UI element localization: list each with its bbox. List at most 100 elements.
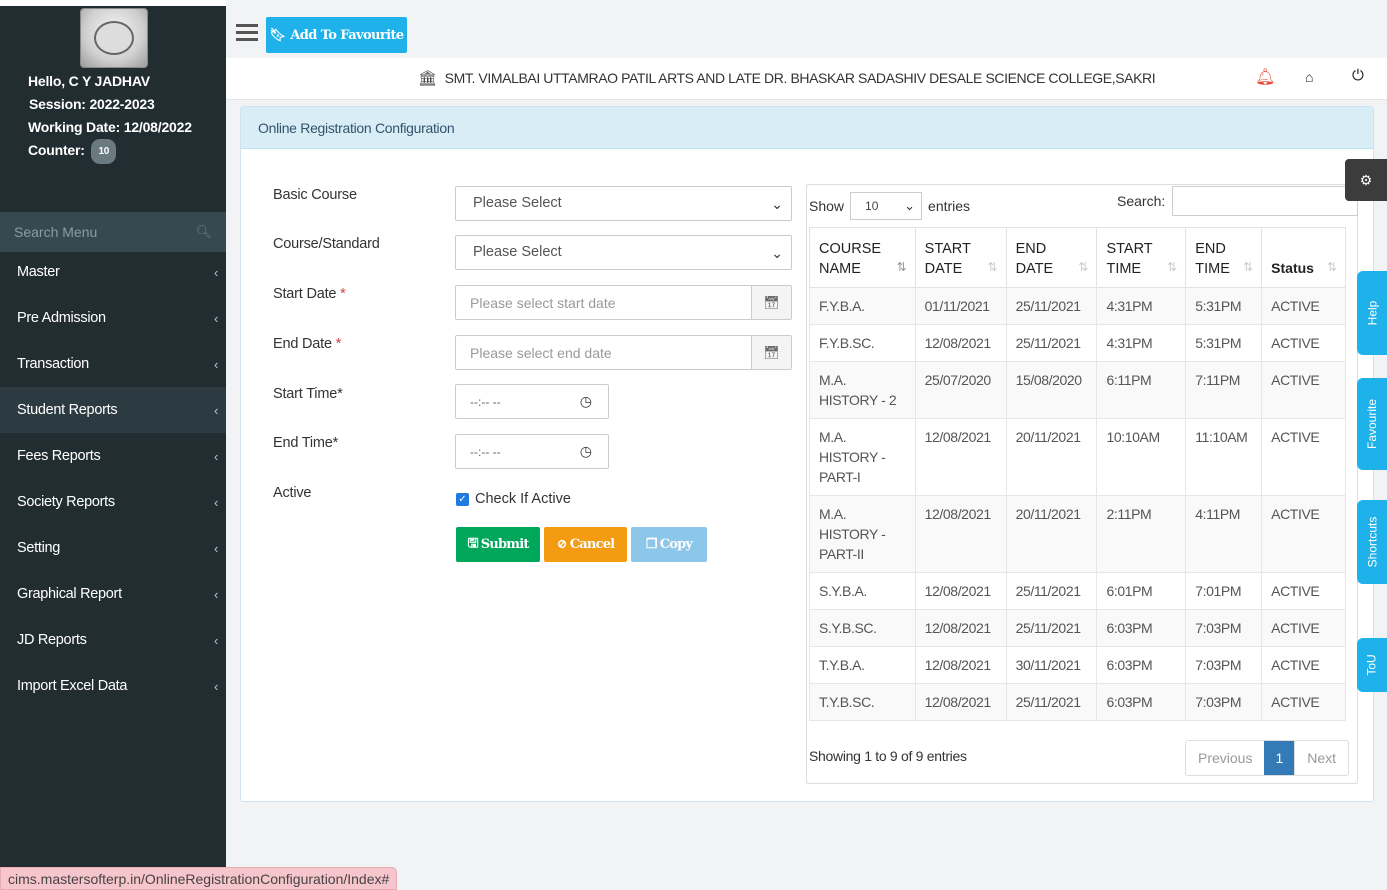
table-row[interactable]: F.Y.B.A. 01/11/2021 25/11/2021 4:31PM 5:31PM… <box>809 287 1346 325</box>
sidebar-item-setting[interactable]: Setting ‹ <box>0 525 226 571</box>
sidebar: Hello, C Y JADHAV Session: 2022-2023 Wor… <box>0 0 226 890</box>
add-to-favourite-button[interactable]: 🔖︎ Add To Favourite <box>266 17 407 53</box>
notification-bell-icon[interactable]: 🔔︎ <box>1255 67 1275 87</box>
cell-end-time: 7:11PM <box>1185 361 1263 419</box>
search-menu-input[interactable]: Search Menu 🔍︎ <box>0 212 226 252</box>
college-name: SMT. VIMALBAI UTTAMRAO PATIL ARTS AND LA… <box>444 70 1156 86</box>
cell-start-date: 12/08/2021 <box>914 324 1007 362</box>
power-icon[interactable]: ⏻ <box>1352 67 1364 84</box>
copy-icon: ❐ <box>645 537 658 552</box>
college-logo <box>80 8 148 68</box>
panel-title: Online Registration Configuration <box>241 107 1373 149</box>
sidebar-top-strip <box>0 0 226 6</box>
chevron-down-icon: ⌄ <box>904 198 916 213</box>
end-date-input[interactable]: Please select end date 📅︎ <box>455 335 792 370</box>
tab-favourite[interactable]: Favourite <box>1357 378 1387 470</box>
next-page-button[interactable]: Next <box>1294 741 1349 775</box>
active-checkbox-label: Check If Active <box>475 491 571 507</box>
cell-end-date: 25/11/2021 <box>1005 324 1098 362</box>
basic-course-select[interactable]: Please Select ⌄ <box>455 186 792 221</box>
cell-end-date: 20/11/2021 <box>1005 495 1098 573</box>
table-row[interactable]: T.Y.B.A. 12/08/2021 30/11/2021 6:03PM 7:03PM… <box>809 646 1346 684</box>
cell-course: M.A. HISTORY - 2 <box>809 361 916 419</box>
cancel-button[interactable]: ⊘ Cancel <box>544 527 627 562</box>
table-row[interactable]: M.A. HISTORY - 2 25/07/2020 15/08/2020 6:11… <box>809 361 1346 419</box>
table-row[interactable]: T.Y.B.SC. 12/08/2021 25/11/2021 6:03PM 7:03P… <box>809 683 1346 721</box>
column-header-start-time[interactable]: START TIME ⇅ <box>1096 227 1187 288</box>
cell-end-time: 7:03PM <box>1185 609 1263 647</box>
table-row[interactable]: M.A. HISTORY - PART-I 12/08/2021 20/11/202… <box>809 418 1346 496</box>
clock-icon: ◷ <box>579 443 592 459</box>
tab-shortcuts[interactable]: Shortcuts <box>1357 500 1387 584</box>
sidebar-item-import-excel-data[interactable]: Import Excel Data ‹ <box>0 663 226 709</box>
save-icon: 🖫︎ <box>467 535 478 551</box>
cell-start-time: 4:31PM <box>1096 324 1187 362</box>
entries-length-value: 10 <box>865 199 879 213</box>
sidebar-item-label: Student Reports <box>17 402 118 418</box>
course-standard-select[interactable]: Please Select ⌄ <box>455 235 792 270</box>
chevron-left-icon: ‹ <box>213 264 218 280</box>
sort-icon: ⇅ <box>987 260 998 274</box>
end-time-input[interactable]: --:-- -- ◷ <box>455 434 609 469</box>
sidebar-item-transaction[interactable]: Transaction ‹ <box>0 341 226 387</box>
table-row[interactable]: M.A. HISTORY - PART-II 12/08/2021 20/11/20… <box>809 495 1346 573</box>
menu-toggle-icon[interactable] <box>236 24 258 42</box>
cancel-label: Cancel <box>569 537 615 552</box>
cell-course: F.Y.B.SC. <box>809 324 916 362</box>
table-row[interactable]: S.Y.B.SC. 12/08/2021 25/11/2021 6:03PM 7:03P… <box>809 609 1346 647</box>
cell-end-time: 5:31PM <box>1185 287 1263 325</box>
chevron-left-icon: ‹ <box>213 448 218 464</box>
column-header-end-date[interactable]: END DATE ⇅ <box>1005 227 1098 288</box>
sidebar-item-label: Pre Admission <box>17 310 106 326</box>
calendar-icon[interactable]: 📅︎ <box>751 336 791 369</box>
tab-help[interactable]: Help <box>1357 271 1387 355</box>
cell-end-date: 25/11/2021 <box>1005 572 1098 610</box>
cell-start-time: 6:03PM <box>1096 646 1187 684</box>
sidebar-item-fees-reports[interactable]: Fees Reports ‹ <box>0 433 226 479</box>
start-time-input[interactable]: --:-- -- ◷ <box>455 384 609 419</box>
table-search-input[interactable] <box>1172 186 1358 216</box>
sidebar-item-jd-reports[interactable]: JD Reports ‹ <box>0 617 226 663</box>
column-header-start-date[interactable]: START DATE ⇅ <box>914 227 1007 288</box>
home-icon[interactable]: ⌂ <box>1305 69 1313 85</box>
entries-length-select[interactable]: 10 ⌄ <box>850 192 923 220</box>
settings-gear-icon[interactable]: ⚙ <box>1345 159 1387 201</box>
column-header-status[interactable]: Status ⇅ <box>1261 227 1346 288</box>
active-checkbox-row[interactable]: ✓ Check If Active <box>456 491 571 507</box>
user-greeting: Hello, C Y JADHAV <box>28 73 150 89</box>
sidebar-item-master[interactable]: Master ‹ <box>0 249 226 295</box>
table-search-label: Search: <box>1117 193 1166 209</box>
calendar-icon[interactable]: 📅︎ <box>751 286 791 319</box>
cell-status: ACTIVE <box>1261 609 1346 647</box>
chevron-left-icon: ‹ <box>213 310 218 326</box>
table-row[interactable]: F.Y.B.SC. 12/08/2021 25/11/2021 4:31PM 5:31P… <box>809 324 1346 362</box>
submit-button[interactable]: 🖫︎ Submit <box>456 527 540 562</box>
sidebar-item-graphical-report[interactable]: Graphical Report ‹ <box>0 571 226 617</box>
table-length-control: Show 10 ⌄ entries <box>809 192 970 220</box>
table-row[interactable]: S.Y.B.A. 12/08/2021 25/11/2021 6:01PM 7:01PM… <box>809 572 1346 610</box>
cell-start-date: 12/08/2021 <box>914 646 1007 684</box>
page-1-button[interactable]: 1 <box>1264 741 1295 775</box>
chevron-left-icon: ‹ <box>213 402 218 418</box>
cell-course: S.Y.B.A. <box>809 572 916 610</box>
tab-tou[interactable]: ToU <box>1357 638 1387 692</box>
cell-end-date: 30/11/2021 <box>1005 646 1098 684</box>
sidebar-item-pre-admission[interactable]: Pre Admission ‹ <box>0 295 226 341</box>
column-header-course-name[interactable]: COURSE NAME ⇅ <box>809 227 916 288</box>
previous-page-button[interactable]: Previous <box>1186 741 1265 775</box>
cell-end-time: 7:01PM <box>1185 572 1263 610</box>
sidebar-item-label: Setting <box>17 540 61 556</box>
copy-button[interactable]: ❐ Copy <box>631 527 707 562</box>
active-checkbox[interactable]: ✓ <box>456 492 469 506</box>
bookmark-icon: 🔖︎ <box>269 27 286 43</box>
working-date-label: Working Date: 12/08/2022 <box>28 119 192 135</box>
sort-icon: ⇅ <box>1167 260 1178 274</box>
cell-end-time: 7:03PM <box>1185 683 1263 721</box>
sidebar-item-student-reports[interactable]: Student Reports ‹ <box>0 387 226 433</box>
sidebar-item-label: Graphical Report <box>17 586 122 602</box>
sidebar-item-society-reports[interactable]: Society Reports ‹ <box>0 479 226 525</box>
session-label: Session: 2022-2023 <box>29 96 155 112</box>
column-header-end-time[interactable]: END TIME ⇅ <box>1185 227 1263 288</box>
user-info: Hello, C Y JADHAV Session: 2022-2023 Wor… <box>28 70 192 164</box>
start-date-input[interactable]: Please select start date 📅︎ <box>455 285 792 320</box>
